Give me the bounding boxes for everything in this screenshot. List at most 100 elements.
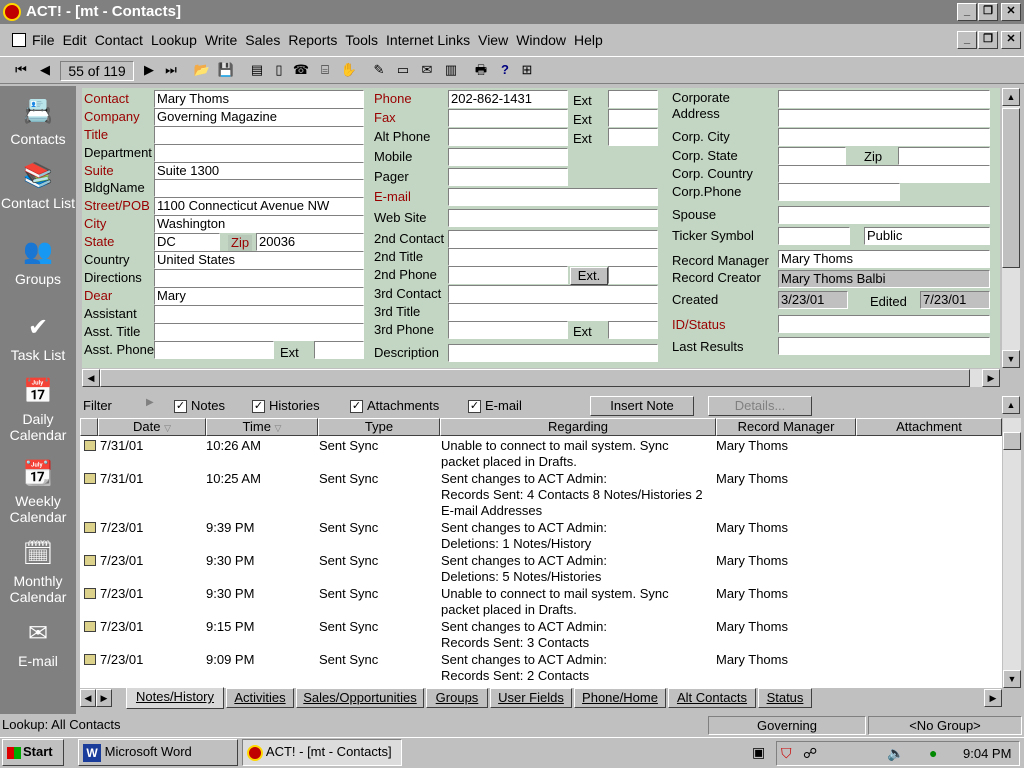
grid-vscroll[interactable]: ▼ (1003, 418, 1021, 688)
write-note-icon[interactable]: ✎ (370, 61, 388, 79)
field-spouse[interactable] (778, 206, 990, 224)
col-time[interactable]: Time ▽ (206, 418, 318, 436)
history-icon[interactable]: ▭ (394, 61, 412, 79)
field-record-creator[interactable]: Mary Thoms Balbi (778, 270, 990, 288)
col-type[interactable]: Type (318, 418, 440, 436)
menu-sales[interactable]: Sales (245, 32, 280, 48)
field-2nd-title[interactable] (448, 248, 658, 266)
field-edited[interactable]: 7/23/01 (920, 291, 990, 309)
field-phone[interactable]: 202-862-1431 (448, 90, 568, 108)
field-corp-phone[interactable] (778, 183, 900, 201)
meeting-icon[interactable]: ⌸ (316, 61, 334, 79)
field-alt-phone[interactable] (448, 128, 568, 146)
todo-icon[interactable]: ✋ (340, 61, 358, 79)
field-asst-title[interactable] (154, 323, 364, 341)
history-row[interactable]: 7/23/01 9:30 PM Sent Sync Unable to connect… (80, 586, 1002, 619)
scroll-down-arrow[interactable]: ▼ (1002, 350, 1020, 368)
tabs-hscroll-right[interactable]: ▶ (984, 689, 1002, 707)
save-icon[interactable]: 💾 (217, 61, 235, 79)
menu-file[interactable]: File (32, 32, 55, 48)
tray-shield-icon[interactable]: ⛉ (781, 745, 792, 762)
nav-weekly-calendar[interactable]: 📆 Weekly Calendar (0, 458, 76, 525)
form-hscroll[interactable]: ◀ ▶ (82, 369, 1000, 387)
history-row[interactable]: 7/31/01 10:26 AM Sent Sync Unable to connec… (80, 438, 1002, 471)
phone-ext-field-0[interactable] (608, 90, 658, 108)
letter-icon[interactable]: ✉ (418, 61, 436, 79)
field-corp-state[interactable] (778, 147, 846, 165)
taskbar-item-act[interactable]: ACT! - [mt - Contacts] (242, 739, 402, 766)
attachments-checkbox[interactable]: ✓ Attachments (350, 398, 439, 414)
web-icon[interactable]: ⊞ (518, 61, 536, 79)
field-bldgname[interactable] (154, 179, 364, 197)
field-country[interactable]: United States (154, 251, 364, 269)
tab-sales-opportunities[interactable]: Sales/Opportunities (296, 688, 424, 708)
form-vscroll[interactable]: ▲ ▼ (1002, 88, 1020, 368)
field-zip[interactable]: 20036 (256, 233, 364, 251)
notes-checkbox[interactable]: ✓ Notes (174, 398, 225, 414)
start-button[interactable]: Start (2, 739, 64, 766)
grid-scroll-down[interactable]: ▼ (1003, 670, 1021, 688)
field-department[interactable] (154, 144, 364, 162)
field-directions[interactable] (154, 269, 364, 287)
history-row[interactable]: 7/23/01 9:15 PM Sent Sync Sent changes to A… (80, 619, 1002, 652)
close-button[interactable]: ✕ (1001, 3, 1021, 21)
nav-task-list[interactable]: ✔ Task List (0, 312, 76, 363)
next-record-icon[interactable]: ▶ (140, 61, 158, 79)
tab-status[interactable]: Status (758, 688, 812, 708)
open-icon[interactable]: 📂 (193, 61, 211, 79)
field-mobile[interactable] (448, 148, 568, 166)
field-title[interactable] (154, 126, 364, 144)
field-3rd-contact[interactable] (448, 285, 658, 303)
field-contact[interactable]: Mary Thoms (154, 90, 364, 108)
field-fax[interactable] (448, 109, 568, 127)
filter-arrow-icon[interactable]: ▶ (146, 397, 154, 408)
first-record-icon[interactable]: ⏮ (12, 61, 30, 79)
3rd-phone-ext-field[interactable] (608, 321, 658, 339)
doc-restore-button[interactable]: ❐ (978, 31, 998, 49)
field-suite[interactable]: Suite 1300 (154, 162, 364, 180)
col-regarding[interactable]: Regarding (440, 418, 716, 436)
col-record-manager[interactable]: Record Manager (716, 418, 856, 436)
field-3rd-title[interactable] (448, 303, 658, 321)
grid-scroll-thumb[interactable] (1003, 432, 1021, 450)
menu-contact[interactable]: Contact (95, 32, 143, 48)
details-button[interactable]: Details... (708, 396, 812, 416)
taskbar-item-word[interactable]: W Microsoft Word (78, 739, 238, 766)
2nd-phone-ext-field[interactable] (608, 266, 658, 284)
col-date[interactable]: Date ▽ (98, 418, 206, 436)
field-street-pob[interactable]: 1100 Connecticut Avenue NW (154, 197, 364, 215)
field-dear[interactable]: Mary (154, 287, 364, 305)
hscroll-left-arrow[interactable]: ◀ (82, 369, 100, 387)
tray-speaker-icon[interactable]: 🔈 (887, 745, 904, 762)
menu-tools[interactable]: Tools (345, 32, 378, 48)
new-contact-icon[interactable]: ▤ (248, 61, 266, 79)
history-row[interactable]: 7/31/01 10:25 AM Sent Sync Sent changes to … (80, 471, 1002, 520)
menu-view[interactable]: View (478, 32, 508, 48)
restore-button[interactable]: ❐ (978, 3, 998, 21)
field-web-site[interactable] (448, 209, 658, 227)
field-company[interactable]: Governing Magazine (154, 108, 364, 126)
field-ticker-public[interactable]: Public (864, 227, 990, 245)
field-record-manager[interactable]: Mary Thoms (778, 250, 990, 268)
tab-scroll-left[interactable]: ◀ (80, 689, 96, 707)
phone-list-icon[interactable]: ▯ (270, 61, 288, 79)
insert-note-button[interactable]: Insert Note (590, 396, 694, 416)
menu-internet-links[interactable]: Internet Links (386, 32, 470, 48)
nav-groups[interactable]: 👥 Groups (0, 236, 76, 287)
phone-ext-field-1[interactable] (608, 109, 658, 127)
doc-minimize-button[interactable]: _ (957, 31, 977, 49)
field-id-status[interactable] (778, 315, 990, 333)
field-description[interactable] (448, 344, 658, 362)
field-created[interactable]: 3/23/01 (778, 291, 848, 309)
nav-email[interactable]: ✉ E-mail (0, 618, 76, 669)
phone-ext-field-2[interactable] (608, 128, 658, 146)
email-checkbox[interactable]: ✓ E-mail (468, 398, 522, 414)
field-assistant[interactable] (154, 305, 364, 323)
menu-reports[interactable]: Reports (288, 32, 337, 48)
scroll-thumb[interactable] (1002, 108, 1020, 268)
histories-checkbox[interactable]: ✓ Histories (252, 398, 320, 414)
schedule-icon[interactable]: ▥ (442, 61, 460, 79)
field-last-results[interactable] (778, 337, 990, 355)
minimize-button[interactable]: _ (957, 3, 977, 21)
tab-scroll-right[interactable]: ▶ (96, 689, 112, 707)
